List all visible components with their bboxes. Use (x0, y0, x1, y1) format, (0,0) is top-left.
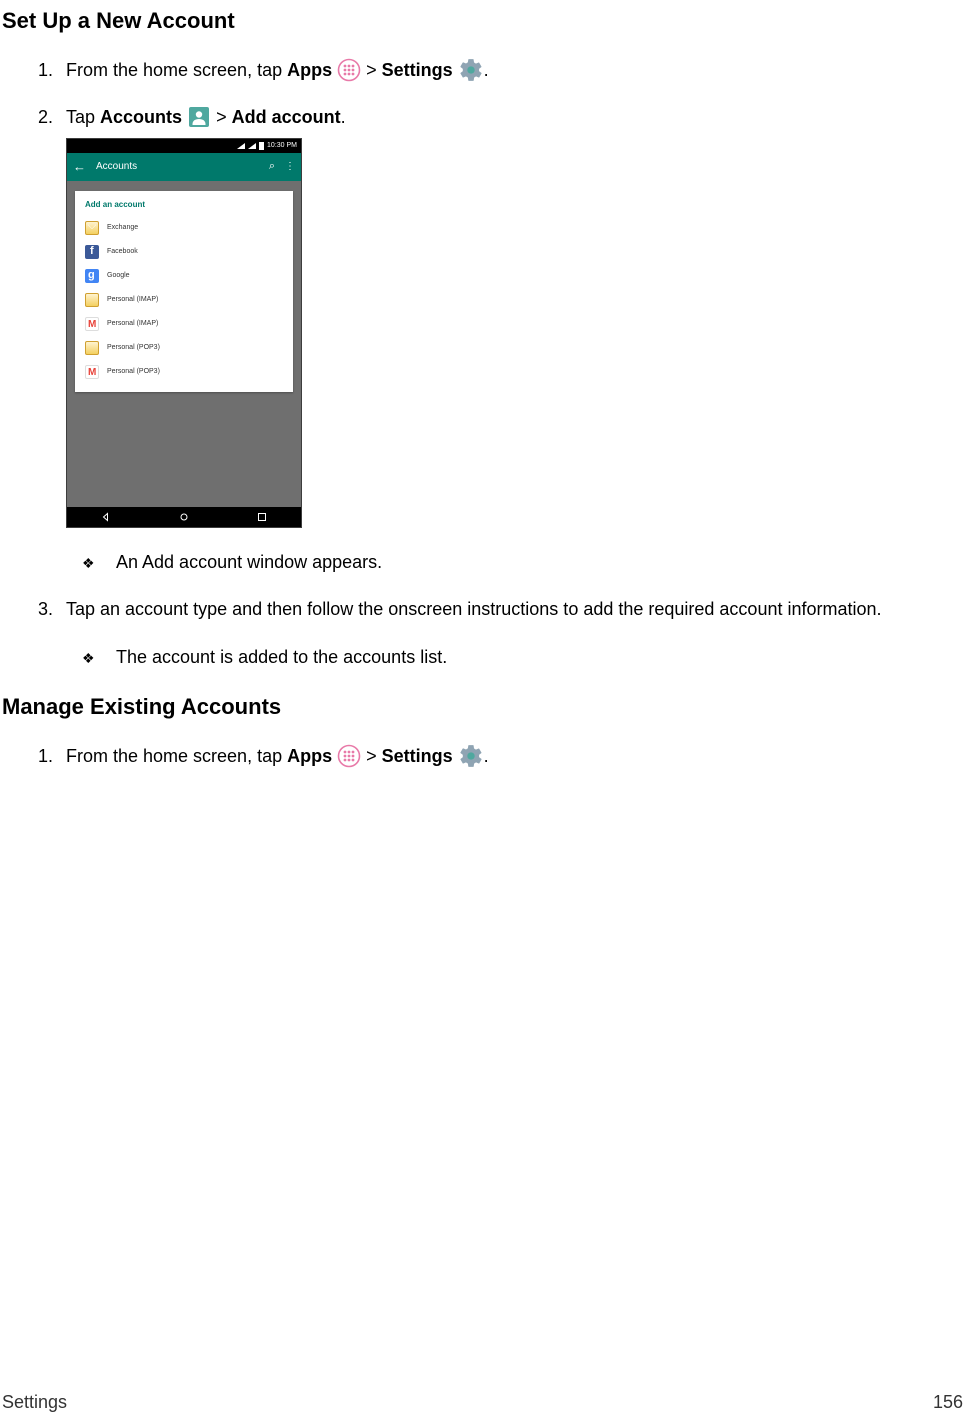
wifi-icon (248, 143, 256, 149)
list-item[interactable]: Personal (POP3) (85, 336, 283, 360)
step-text: From the home screen, tap (66, 60, 287, 80)
battery-icon (259, 142, 264, 150)
phone-screenshot: 10:30 PM ← Accounts ⌕ ⋮ Add an account E… (66, 138, 973, 528)
list-item[interactable]: Google (85, 264, 283, 288)
list-item[interactable]: Personal (IMAP) (85, 288, 283, 312)
gmail-icon (85, 365, 99, 379)
gmail-icon (85, 317, 99, 331)
navbar (67, 507, 301, 527)
footer-page: 156 (933, 1390, 963, 1415)
list-item[interactable]: Personal (IMAP) (85, 312, 283, 336)
list-item-label: Google (107, 271, 130, 281)
appbar: ← Accounts ⌕ ⋮ (67, 153, 301, 181)
step-1: From the home screen, tap Apps > Setting… (58, 57, 973, 83)
list-item-label: Personal (IMAP) (107, 295, 158, 305)
mail-icon (85, 341, 99, 355)
signal-icon (237, 143, 245, 149)
bold-addaccount: Add account (232, 107, 341, 127)
apps-icon (337, 744, 361, 768)
facebook-icon (85, 245, 99, 259)
note-item: ❖ An Add account window appears. (82, 550, 973, 575)
list-item[interactable]: Personal (POP3) (85, 360, 283, 384)
exchange-icon (85, 221, 99, 235)
statusbar-time: 10:30 PM (267, 141, 297, 151)
step-3: Tap an account type and then follow the … (58, 597, 973, 669)
list-item-label: Exchange (107, 223, 138, 233)
bold-apps: Apps (287, 60, 332, 80)
google-icon (85, 269, 99, 283)
menu-icon[interactable]: ⋮ (285, 160, 295, 174)
footer-section: Settings (2, 1390, 67, 1415)
list-item-label: Facebook (107, 247, 138, 257)
diamond-bullet-icon: ❖ (82, 649, 95, 669)
add-account-card: Add an account Exchange Facebook Google … (75, 191, 293, 392)
step-text: Tap an account type and then follow the … (66, 599, 882, 619)
section-heading-setup: Set Up a New Account (2, 6, 973, 37)
page-footer: Settings 156 (2, 1390, 963, 1415)
search-icon[interactable]: ⌕ (269, 159, 275, 174)
phone-frame: 10:30 PM ← Accounts ⌕ ⋮ Add an account E… (66, 138, 302, 528)
note-text: The account is added to the accounts lis… (116, 647, 447, 667)
nav-back-icon[interactable] (100, 511, 112, 523)
section-heading-manage: Manage Existing Accounts (2, 692, 973, 723)
settings-icon (458, 743, 484, 769)
bold-settings: Settings (382, 60, 453, 80)
step-2: Tap Accounts > Add account. 10:30 PM ← A… (58, 105, 973, 575)
note-list: ❖ An Add account window appears. (82, 550, 973, 575)
settings-icon (458, 57, 484, 83)
bold-apps: Apps (287, 746, 332, 766)
back-icon[interactable]: ← (73, 158, 86, 176)
mail-icon (85, 293, 99, 307)
steps-list-manage: From the home screen, tap Apps > Setting… (58, 743, 973, 769)
steps-list-setup: From the home screen, tap Apps > Setting… (58, 57, 973, 670)
note-text: An Add account window appears. (116, 552, 382, 572)
nav-home-icon[interactable] (178, 511, 190, 523)
list-item-label: Personal (POP3) (107, 367, 160, 377)
nav-recent-icon[interactable] (256, 511, 268, 523)
note-list: ❖ The account is added to the accounts l… (82, 645, 973, 670)
step-text: Tap (66, 107, 100, 127)
note-item: ❖ The account is added to the accounts l… (82, 645, 973, 670)
appbar-title: Accounts (96, 160, 259, 174)
list-item[interactable]: Exchange (85, 216, 283, 240)
apps-icon (337, 58, 361, 82)
list-item-label: Personal (IMAP) (107, 319, 158, 329)
step-1: From the home screen, tap Apps > Setting… (58, 743, 973, 769)
bold-settings: Settings (382, 746, 453, 766)
card-header: Add an account (85, 199, 283, 210)
statusbar: 10:30 PM (67, 139, 301, 153)
accounts-icon (187, 105, 211, 129)
bold-accounts: Accounts (100, 107, 182, 127)
step-text: From the home screen, tap (66, 746, 287, 766)
list-item-label: Personal (POP3) (107, 343, 160, 353)
diamond-bullet-icon: ❖ (82, 554, 95, 574)
list-item[interactable]: Facebook (85, 240, 283, 264)
